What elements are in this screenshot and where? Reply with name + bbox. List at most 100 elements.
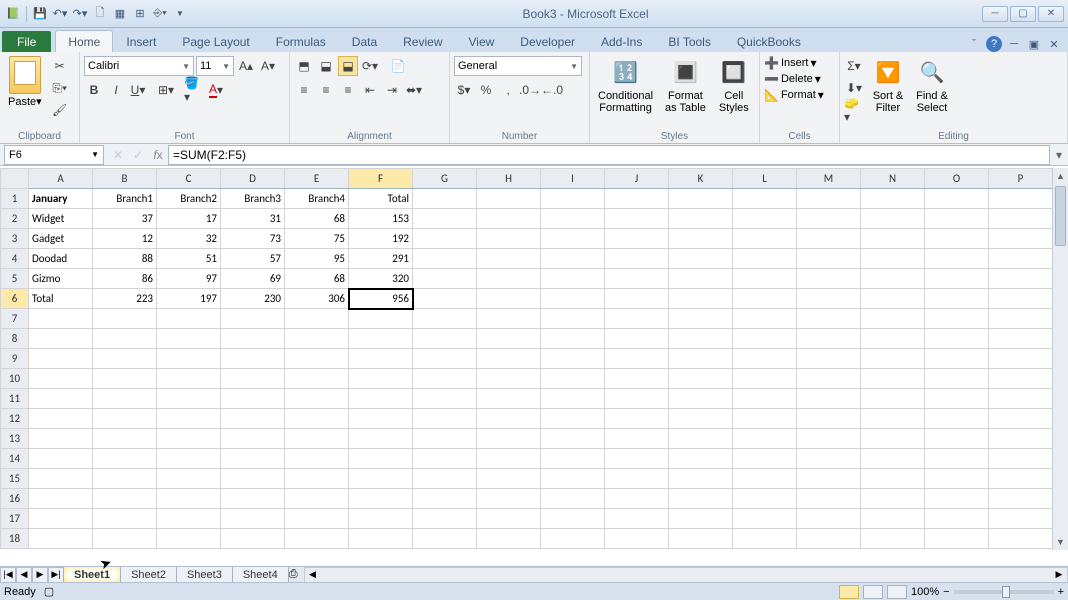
cell-E8[interactable] [285,329,349,349]
ribbon-tab-bi-tools[interactable]: BI Tools [655,30,723,52]
cell-B10[interactable] [93,369,157,389]
cell-H4[interactable] [477,249,541,269]
cell-H10[interactable] [477,369,541,389]
cell-J18[interactable] [605,529,669,549]
cell-L17[interactable] [733,509,797,529]
cell-N9[interactable] [861,349,925,369]
cell-I2[interactable] [541,209,605,229]
merge-center-button[interactable]: ⬌▾ [404,80,424,100]
format-painter-icon[interactable]: 🖌 [50,100,70,120]
cell-D8[interactable] [221,329,285,349]
clear-button[interactable]: 🧽▾ [844,100,864,120]
cell-O9[interactable] [925,349,989,369]
cell-J14[interactable] [605,449,669,469]
cell-O16[interactable] [925,489,989,509]
cell-F1[interactable]: Total [349,189,413,209]
ribbon-tab-quickbooks[interactable]: QuickBooks [724,30,814,52]
cell-C11[interactable] [157,389,221,409]
cell-I1[interactable] [541,189,605,209]
cell-I4[interactable] [541,249,605,269]
cell-J6[interactable] [605,289,669,309]
column-header-E[interactable]: E [285,169,349,189]
cell-I11[interactable] [541,389,605,409]
cell-C8[interactable] [157,329,221,349]
cell-A11[interactable] [29,389,93,409]
cell-K9[interactable] [669,349,733,369]
cell-K16[interactable] [669,489,733,509]
cell-H6[interactable] [477,289,541,309]
cell-E2[interactable]: 68 [285,209,349,229]
cell-E6[interactable]: 306 [285,289,349,309]
doc-restore-icon[interactable]: ▣ [1026,36,1042,52]
cell-K12[interactable] [669,409,733,429]
autosum-button[interactable]: Σ▾ [844,56,864,76]
cell-F2[interactable]: 153 [349,209,413,229]
italic-button[interactable]: I [106,80,126,100]
cell-M8[interactable] [797,329,861,349]
align-bottom-icon[interactable]: ⬓ [338,56,358,76]
cell-L3[interactable] [733,229,797,249]
orientation-icon[interactable]: ⟳▾ [360,56,380,76]
cell-N8[interactable] [861,329,925,349]
cell-P17[interactable] [989,509,1053,529]
cell-C1[interactable]: Branch2 [157,189,221,209]
cell-G4[interactable] [413,249,477,269]
zoom-out-button[interactable]: − [943,586,949,598]
cell-F10[interactable] [349,369,413,389]
cell-J11[interactable] [605,389,669,409]
cell-P6[interactable] [989,289,1053,309]
cell-O13[interactable] [925,429,989,449]
cell-H3[interactable] [477,229,541,249]
cell-C2[interactable]: 17 [157,209,221,229]
row-header-16[interactable]: 16 [1,489,29,509]
cell-G18[interactable] [413,529,477,549]
cell-N7[interactable] [861,309,925,329]
cell-L7[interactable] [733,309,797,329]
cell-C13[interactable] [157,429,221,449]
cell-G13[interactable] [413,429,477,449]
row-header-1[interactable]: 1 [1,189,29,209]
font-color-button[interactable]: A▾ [206,80,226,100]
cell-L12[interactable] [733,409,797,429]
cell-H15[interactable] [477,469,541,489]
formula-input[interactable]: =SUM(F2:F5) [168,145,1050,165]
cell-D11[interactable] [221,389,285,409]
number-format-combo[interactable]: General▼ [454,56,582,76]
row-header-9[interactable]: 9 [1,349,29,369]
cell-D12[interactable] [221,409,285,429]
cell-C15[interactable] [157,469,221,489]
cell-L1[interactable] [733,189,797,209]
column-header-A[interactable]: A [29,169,93,189]
cell-G17[interactable] [413,509,477,529]
cell-G1[interactable] [413,189,477,209]
cell-L16[interactable] [733,489,797,509]
redo-icon[interactable]: ↷▾ [71,5,89,23]
cell-I13[interactable] [541,429,605,449]
row-header-7[interactable]: 7 [1,309,29,329]
cell-G3[interactable] [413,229,477,249]
cell-P13[interactable] [989,429,1053,449]
ribbon-tab-view[interactable]: View [456,30,508,52]
cell-G7[interactable] [413,309,477,329]
cell-O11[interactable] [925,389,989,409]
cell-P8[interactable] [989,329,1053,349]
cell-L5[interactable] [733,269,797,289]
cell-H5[interactable] [477,269,541,289]
cell-D17[interactable] [221,509,285,529]
cell-P4[interactable] [989,249,1053,269]
undo-icon[interactable]: ↶▾ [51,5,69,23]
cell-N1[interactable] [861,189,925,209]
fill-button[interactable]: ⬇▾ [844,78,864,98]
cell-M16[interactable] [797,489,861,509]
cell-P15[interactable] [989,469,1053,489]
cell-O15[interactable] [925,469,989,489]
cell-K17[interactable] [669,509,733,529]
cell-L8[interactable] [733,329,797,349]
cell-H9[interactable] [477,349,541,369]
cell-C5[interactable]: 97 [157,269,221,289]
cell-F17[interactable] [349,509,413,529]
cell-N5[interactable] [861,269,925,289]
cell-N2[interactable] [861,209,925,229]
cell-F11[interactable] [349,389,413,409]
cell-B16[interactable] [93,489,157,509]
